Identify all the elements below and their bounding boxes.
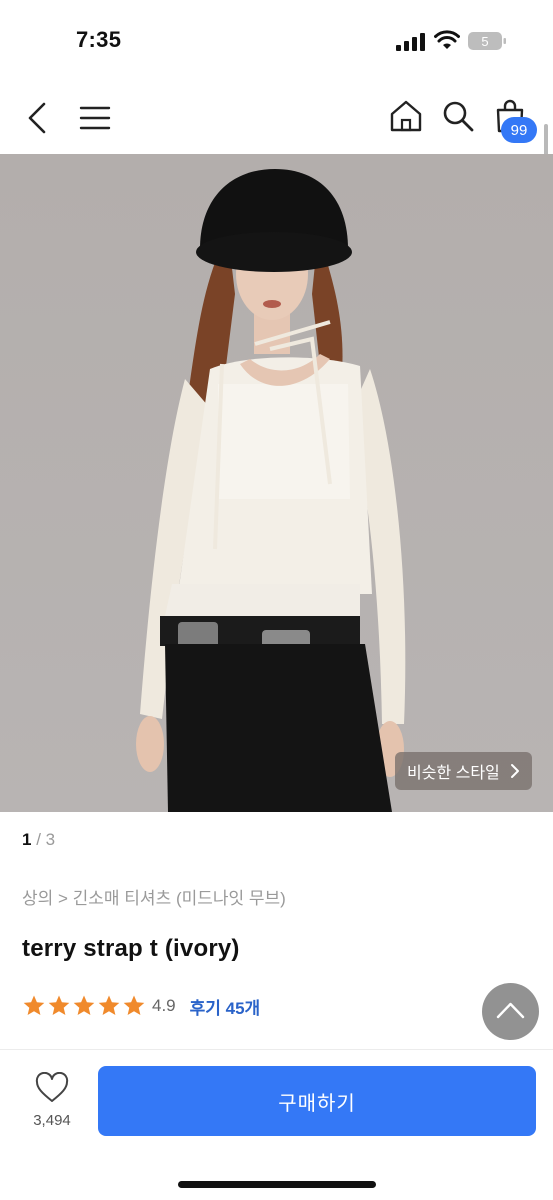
- rating-row: 4.9 후기 45개: [22, 993, 260, 1019]
- cart-count-badge: 99: [501, 117, 537, 143]
- heart-icon: [35, 1072, 69, 1102]
- gallery-total-pages: 3: [45, 830, 56, 849]
- signal-icon: [396, 33, 425, 51]
- status-time: 7:35: [76, 27, 122, 52]
- top-nav-bar: [0, 84, 553, 154]
- similar-style-button[interactable]: 비슷한 스타일: [395, 752, 532, 790]
- star-icon: [123, 995, 145, 1015]
- product-image[interactable]: 비슷한 스타일: [0, 154, 553, 812]
- review-count-link[interactable]: 후기 45개: [190, 994, 261, 1019]
- like-button[interactable]: 3,494: [26, 1072, 78, 1134]
- bottom-bar-divider: [0, 1049, 553, 1050]
- chevron-right-icon: [511, 764, 519, 778]
- home-icon[interactable]: [388, 98, 424, 134]
- product-title: terry strap t (ivory): [22, 935, 240, 962]
- scroll-to-top-button[interactable]: [482, 983, 539, 1040]
- star-icon: [73, 995, 95, 1015]
- star-icon: [48, 995, 70, 1015]
- category-breadcrumb[interactable]: 상의 > 긴소매 티셔츠 (미드나잇 무브): [22, 884, 286, 909]
- chevron-up-icon: [496, 1002, 525, 1019]
- search-icon[interactable]: [440, 98, 476, 134]
- wifi-icon: [434, 30, 460, 49]
- rating-value: 4.9: [152, 996, 176, 1015]
- battery-icon: 5: [468, 32, 506, 50]
- menu-icon[interactable]: [78, 104, 112, 132]
- similar-style-label: 비슷한 스타일: [407, 765, 500, 782]
- gallery-page-separator: /: [31, 830, 46, 849]
- buy-button[interactable]: 구매하기: [98, 1066, 536, 1136]
- status-bar: 7:35 5: [0, 0, 553, 80]
- star-icon: [23, 995, 45, 1015]
- battery-level: 5: [481, 34, 488, 49]
- star-icon: [98, 995, 120, 1015]
- gallery-page-indicator: 1 / 3: [22, 830, 55, 850]
- rating-stars: [22, 994, 146, 1018]
- back-arrow-icon[interactable]: [24, 100, 54, 136]
- home-indicator: [178, 1181, 376, 1188]
- product-photo-illustration: [0, 154, 553, 812]
- like-count: 3,494: [33, 1112, 71, 1129]
